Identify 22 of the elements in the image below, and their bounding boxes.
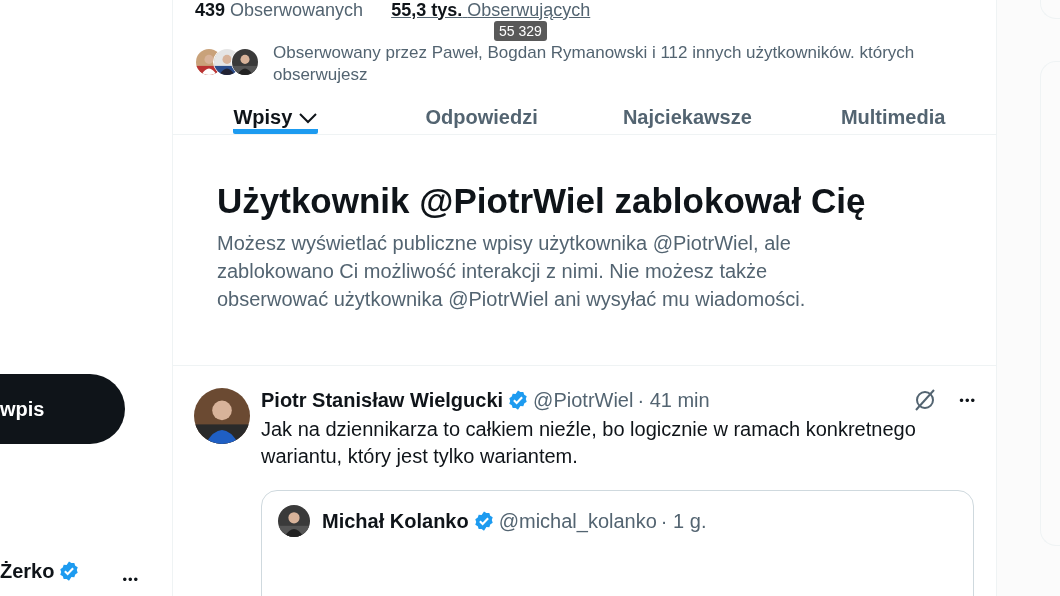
more-button[interactable]: ••• xyxy=(959,392,976,408)
more-button[interactable]: ••• xyxy=(122,572,140,587)
blocked-text: Możesz wyświetlać publiczne wpisy użytkownika @PiotrWiel, ale zablokowano Ci możliwość interakcji z nimi. Nie możesz także obserwować użytkownika @PiotrWiel ani wysyłać mu wiadomości. xyxy=(217,231,807,312)
post-button[interactable]: wpis xyxy=(0,374,125,444)
quoted-author-name: Michał Kolanko xyxy=(322,509,469,533)
author-handle: @PiotrWiel xyxy=(533,388,634,412)
quoted-handle: @michal_kolanko xyxy=(498,509,657,533)
count-tooltip: 55 329 xyxy=(494,21,547,41)
follow-stat[interactable]: 439 Obserwowanych xyxy=(195,0,364,21)
quoted-time: · 1 g. xyxy=(660,509,707,533)
profile-tab[interactable]: Multimedia xyxy=(840,106,946,134)
quoted-post[interactable]: Michał Kolanko @michal_kolanko · 1 g. xyxy=(261,490,974,596)
post-time: · 41 min xyxy=(637,388,710,412)
followed-by-text: Obserwowany przez Paweł, Bogdan Rymanowski i 112 innych użytkowników. których obserwujesz xyxy=(273,42,916,86)
profile-tab[interactable]: Odpowiedzi xyxy=(425,106,538,134)
author-name: Piotr Stanisław Wielgucki xyxy=(261,388,504,412)
profile-tab[interactable]: Wpisy xyxy=(233,106,319,134)
account-name: Żerko xyxy=(0,559,55,583)
post-text: Jak na dziennikarza to całkiem nieźle, bo logicznie w ramach konkretnego wariantu, który jest tylko wariantem. xyxy=(261,417,917,469)
follow-stat[interactable]: 55,3 tys. Obserwujących xyxy=(391,0,591,21)
blocked-title: Użytkownik @PiotrWiel zablokował Cię xyxy=(217,181,867,221)
profile-tab[interactable]: Najciekawsze xyxy=(622,106,752,134)
